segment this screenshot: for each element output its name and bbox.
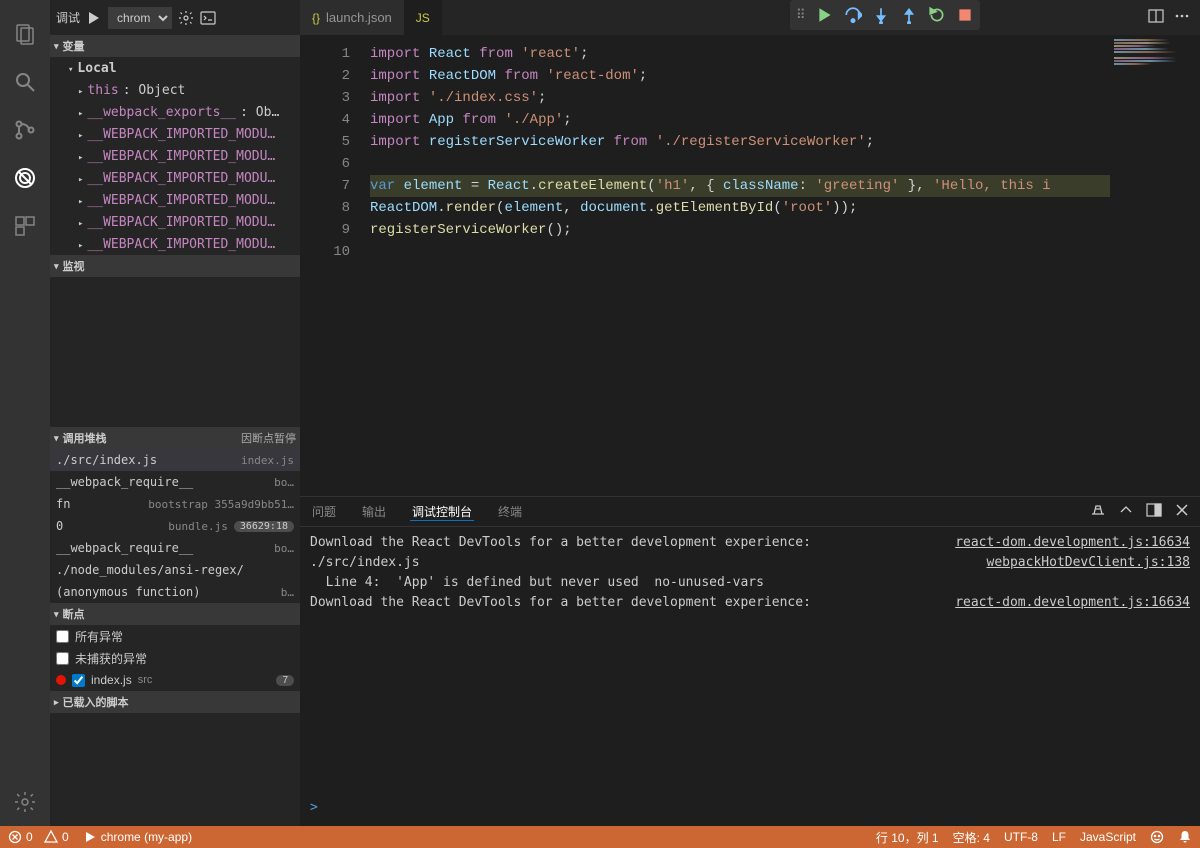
json-icon: {} [312,11,320,25]
callstack-item[interactable]: ./src/index.jsindex.js [50,449,300,471]
debug-header: 调试 chrom [50,0,300,35]
activity-bar [0,0,50,826]
callstack-item[interactable]: (anonymous function)b… [50,581,300,603]
status-encoding[interactable]: UTF-8 [1004,830,1038,844]
tab-index-js[interactable]: JS [404,0,442,35]
js-icon: JS [416,11,430,25]
tab-launch-json[interactable]: {}launch.json [300,0,404,35]
watch-section[interactable]: 监视 [50,255,300,277]
breakpoint-checkbox[interactable] [56,630,69,643]
code-editor[interactable]: 12345678910 import React from 'react';im… [300,35,1200,496]
explorer-icon[interactable] [0,10,50,58]
variable-item[interactable]: __WEBPACK_IMPORTED_MODU… [50,123,300,145]
step-into-icon[interactable] [872,6,890,24]
status-bell-icon[interactable] [1178,830,1192,844]
gear-icon[interactable] [178,10,194,26]
close-panel-icon[interactable] [1174,502,1190,521]
editor-tabs: {}launch.json JS ⠿ [300,0,1200,35]
console-icon[interactable] [200,10,216,26]
step-over-icon[interactable] [844,6,862,24]
breakpoint-item[interactable]: 所有异常 [50,625,300,647]
status-debug-target[interactable]: chrome (my-app) [83,830,192,844]
callstack-item[interactable]: ./node_modules/ansi-regex/ [50,559,300,581]
breakpoint-item[interactable]: 未捕获的异常 [50,647,300,669]
variable-item[interactable]: __WEBPACK_IMPORTED_MODU… [50,167,300,189]
scm-icon[interactable] [0,106,50,154]
variables-section[interactable]: 变量 [50,35,300,57]
variable-item[interactable]: __WEBPACK_IMPORTED_MODU… [50,211,300,233]
panel-position-icon[interactable] [1146,502,1162,521]
breakpoint-checkbox[interactable] [72,674,85,687]
callstack-item[interactable]: __webpack_require__bo… [50,537,300,559]
tab-problems[interactable]: 问题 [310,503,338,520]
settings-gear-icon[interactable] [0,778,50,826]
callstack-item[interactable]: __webpack_require__bo… [50,471,300,493]
more-icon[interactable] [1174,8,1190,27]
variable-item[interactable]: __WEBPACK_IMPORTED_MODU… [50,145,300,167]
search-icon[interactable] [0,58,50,106]
variable-item[interactable]: __WEBPACK_IMPORTED_MODU… [50,189,300,211]
clear-console-icon[interactable] [1090,502,1106,521]
continue-icon[interactable] [816,6,834,24]
debug-console-input[interactable]: > [300,800,1200,826]
extensions-icon[interactable] [0,202,50,250]
bottom-panel: 问题 输出 调试控制台 终端 Download the React DevToo… [300,496,1200,826]
status-bar: 0 0 chrome (my-app) 行 10，列 1 空格: 4 UTF-8… [0,826,1200,848]
start-debug-icon[interactable] [86,10,102,26]
breakpoint-checkbox[interactable] [56,652,69,665]
tab-output[interactable]: 输出 [360,503,388,520]
breakpoints-section[interactable]: 断点 [50,603,300,625]
debug-config-select[interactable]: chrom [108,7,172,29]
editor-area: {}launch.json JS ⠿ 12345678910 import Re… [300,0,1200,826]
variable-item[interactable]: __WEBPACK_IMPORTED_MODU… [50,233,300,255]
local-scope[interactable]: Local [50,57,300,79]
debug-label: 调试 [56,9,80,26]
debug-console-output[interactable]: Download the React DevTools for a better… [300,527,1200,800]
debug-icon[interactable] [0,154,50,202]
status-language[interactable]: JavaScript [1080,830,1136,844]
variable-item[interactable]: __webpack_exports__: Ob… [50,101,300,123]
debug-toolbar[interactable]: ⠿ [790,0,980,30]
status-eol[interactable]: LF [1052,830,1066,844]
loaded-scripts-section[interactable]: 已载入的脚本 [50,691,300,713]
callstack-item[interactable]: fnbootstrap 355a9d9bb51… [50,493,300,515]
collapse-icon[interactable] [1118,502,1134,521]
callstack-section[interactable]: 调用堆栈因断点暂停 [50,427,300,449]
status-cursor[interactable]: 行 10，列 1 [876,829,939,846]
callstack-item[interactable]: 0bundle.js36629:18 [50,515,300,537]
minimap[interactable] [1110,35,1200,496]
status-feedback-icon[interactable] [1150,830,1164,844]
debug-sidebar: 调试 chrom 变量 Local this: Object__webpack_… [50,0,300,826]
split-editor-icon[interactable] [1148,8,1164,27]
variable-item[interactable]: this: Object [50,79,300,101]
step-out-icon[interactable] [900,6,918,24]
status-errors[interactable]: 0 0 [8,830,69,844]
restart-icon[interactable] [928,6,946,24]
stop-icon[interactable] [956,6,974,24]
tab-debug-console[interactable]: 调试控制台 [410,503,474,521]
grip-icon[interactable]: ⠿ [796,7,806,23]
status-spaces[interactable]: 空格: 4 [953,829,990,846]
breakpoint-item[interactable]: index.jssrc7 [50,669,300,691]
tab-terminal[interactable]: 终端 [496,503,524,520]
